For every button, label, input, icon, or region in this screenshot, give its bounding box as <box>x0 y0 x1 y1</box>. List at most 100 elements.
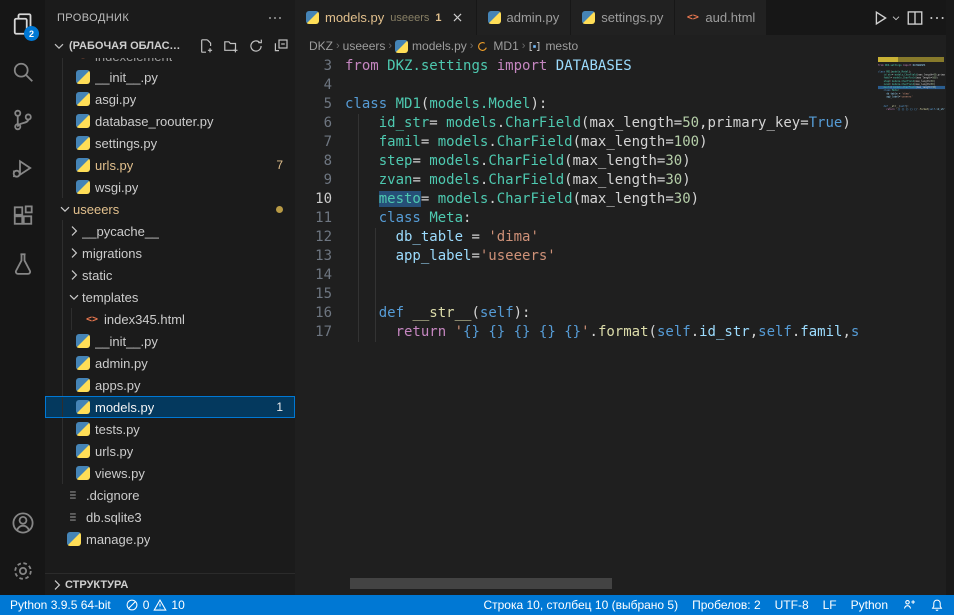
split-editor-button[interactable] <box>906 9 924 27</box>
code-line[interactable]: 10 mesto= models.CharField(max_length=30… <box>295 190 954 209</box>
activity-item-extensions[interactable] <box>0 192 45 240</box>
activity-item-account[interactable] <box>0 499 45 547</box>
code-line[interactable]: 14 <box>295 266 954 285</box>
line-number[interactable]: 4 <box>295 76 345 95</box>
line-number[interactable]: 8 <box>295 152 345 171</box>
tree-item-label: static <box>82 268 112 283</box>
minimap[interactable]: from DKZ.settings import DATABASESclass … <box>878 57 945 187</box>
code-line[interactable]: 4 <box>295 76 954 95</box>
activity-item-settings[interactable] <box>0 547 45 595</box>
tree-folder-useeers[interactable]: useeers <box>45 198 295 220</box>
activity-item-explorer[interactable]: 2 <box>0 0 45 48</box>
status-encoding[interactable]: UTF-8 <box>775 598 809 612</box>
tree-item-index345.html[interactable]: <>index345.html <box>45 308 295 330</box>
tree-item-wsgi.py[interactable]: wsgi.py <box>45 176 295 198</box>
refresh-icon[interactable] <box>248 38 264 54</box>
code-line[interactable]: 11 class Meta: <box>295 209 954 228</box>
breadcrumb-item-useeers[interactable]: useeers <box>343 39 386 53</box>
collapse-all-icon[interactable] <box>273 38 289 54</box>
tree-item-apps.py[interactable]: apps.py <box>45 374 295 396</box>
run-python-file-button[interactable] <box>871 9 889 27</box>
tree-item-db.sqlite3[interactable]: db.sqlite3 <box>45 506 295 528</box>
activity-item-testing[interactable] <box>0 240 45 288</box>
tree-item-settings.py[interactable]: settings.py <box>45 132 295 154</box>
code-editor[interactable]: 3from DKZ.settings import DATABASES45cla… <box>295 57 954 595</box>
tree-item-.dcignore[interactable]: .dcignore <box>45 484 295 506</box>
line-number[interactable]: 10 <box>295 190 345 209</box>
tree-folder-static[interactable]: static <box>45 264 295 286</box>
more-icon[interactable] <box>267 10 283 26</box>
tree-item-manage.py[interactable]: manage.py <box>45 528 295 550</box>
tab-settings.py[interactable]: settings.py <box>571 0 675 35</box>
status-cursor-position[interactable]: Строка 10, столбец 10 (выбрано 5) <box>483 598 678 612</box>
line-number[interactable]: 14 <box>295 266 345 285</box>
tab-models.py[interactable]: models.pyuseeers1 <box>295 0 477 35</box>
code-line[interactable]: 17 return '{} {} {} {} {}'.format(self.i… <box>295 323 954 342</box>
breadcrumb-item-models.py[interactable]: models.py <box>395 39 467 53</box>
line-number[interactable]: 3 <box>295 57 345 76</box>
tree-item-database_roouter.py[interactable]: database_roouter.py <box>45 110 295 132</box>
code-line[interactable]: 8 step= models.CharField(max_length=30) <box>295 152 954 171</box>
line-number[interactable]: 17 <box>295 323 345 342</box>
tree-item-views.py[interactable]: views.py <box>45 462 295 484</box>
tree-item-admin.py[interactable]: admin.py <box>45 352 295 374</box>
breadcrumb-label: MD1 <box>493 39 518 53</box>
tree-item-asgi.py[interactable]: asgi.py <box>45 88 295 110</box>
tab-admin.py[interactable]: admin.py <box>477 0 572 35</box>
code-line[interactable]: 6 id_str= models.CharField(max_length=50… <box>295 114 954 133</box>
line-number[interactable]: 7 <box>295 133 345 152</box>
tree-folder-__pycache__[interactable]: __pycache__ <box>45 220 295 242</box>
run-dropdown-button[interactable] <box>890 9 902 27</box>
close-icon[interactable] <box>450 10 465 25</box>
line-number[interactable]: 9 <box>295 171 345 190</box>
code-line[interactable]: 12 db_table = 'dima' <box>295 228 954 247</box>
line-number[interactable]: 13 <box>295 247 345 266</box>
more-actions-button[interactable] <box>928 9 946 27</box>
status-feedback[interactable] <box>902 598 916 612</box>
code-line[interactable]: 15 <box>295 285 954 304</box>
code-line[interactable]: 13 app_label='useeers' <box>295 247 954 266</box>
line-number[interactable]: 11 <box>295 209 345 228</box>
tree-item-tests.py[interactable]: tests.py <box>45 418 295 440</box>
code-line[interactable]: 7 famil= models.CharField(max_length=100… <box>295 133 954 152</box>
activity-item-search[interactable] <box>0 48 45 96</box>
workspace-section-header[interactable]: (РАБОЧАЯ ОБЛАСТЬ) ... <box>45 35 295 57</box>
tab-aud.html[interactable]: <>aud.html <box>675 0 767 35</box>
breadcrumb-item-MD1[interactable]: MD1 <box>476 39 518 53</box>
warning-icon <box>153 598 167 612</box>
status-problems[interactable]: 010 <box>125 598 185 612</box>
new-folder-icon[interactable] <box>223 38 239 54</box>
tree-item-indexelement[interactable]: <>indexelement <box>45 58 295 66</box>
code-line[interactable]: 5class MD1(models.Model): <box>295 95 954 114</box>
code-line[interactable]: 3from DKZ.settings import DATABASES <box>295 57 954 76</box>
tree-item-urls.py[interactable]: urls.py7 <box>45 154 295 176</box>
breadcrumb-item-DKZ[interactable]: DKZ <box>309 39 333 53</box>
code-text: class Meta: <box>345 209 471 228</box>
activity-item-source-control[interactable] <box>0 96 45 144</box>
code-line[interactable]: 16 def __str__(self): <box>295 304 954 323</box>
tree-item-urls.py[interactable]: urls.py <box>45 440 295 462</box>
status-language-mode[interactable]: Python <box>851 598 888 612</box>
line-number[interactable]: 16 <box>295 304 345 323</box>
new-file-icon[interactable] <box>198 38 214 54</box>
breadcrumb-item-mesto[interactable]: mesto <box>528 39 578 53</box>
line-number[interactable]: 12 <box>295 228 345 247</box>
code-line[interactable]: 9 zvan= models.CharField(max_length=30) <box>295 171 954 190</box>
tree-item-__init__.py[interactable]: __init__.py <box>45 330 295 352</box>
line-number[interactable]: 15 <box>295 285 345 304</box>
status-indentation[interactable]: Пробелов: 2 <box>692 598 761 612</box>
tree-item-models.py[interactable]: models.py1 <box>45 396 295 418</box>
line-number[interactable]: 6 <box>295 114 345 133</box>
tree-item-__init__.py[interactable]: __init__.py <box>45 66 295 88</box>
status-python-interpreter[interactable]: Python 3.9.5 64-bit <box>10 598 111 612</box>
activity-item-run-and-debug[interactable] <box>0 144 45 192</box>
tree-folder-templates[interactable]: templates <box>45 286 295 308</box>
line-number[interactable]: 5 <box>295 95 345 114</box>
horizontal-scrollbar[interactable] <box>350 578 612 589</box>
indent-guide <box>375 228 376 342</box>
status-notifications[interactable] <box>930 598 944 612</box>
status-eol[interactable]: LF <box>823 598 837 612</box>
outline-section-header[interactable]: СТРУКТУРА <box>45 573 295 595</box>
html-icon: <> <box>76 58 90 63</box>
tree-folder-migrations[interactable]: migrations <box>45 242 295 264</box>
